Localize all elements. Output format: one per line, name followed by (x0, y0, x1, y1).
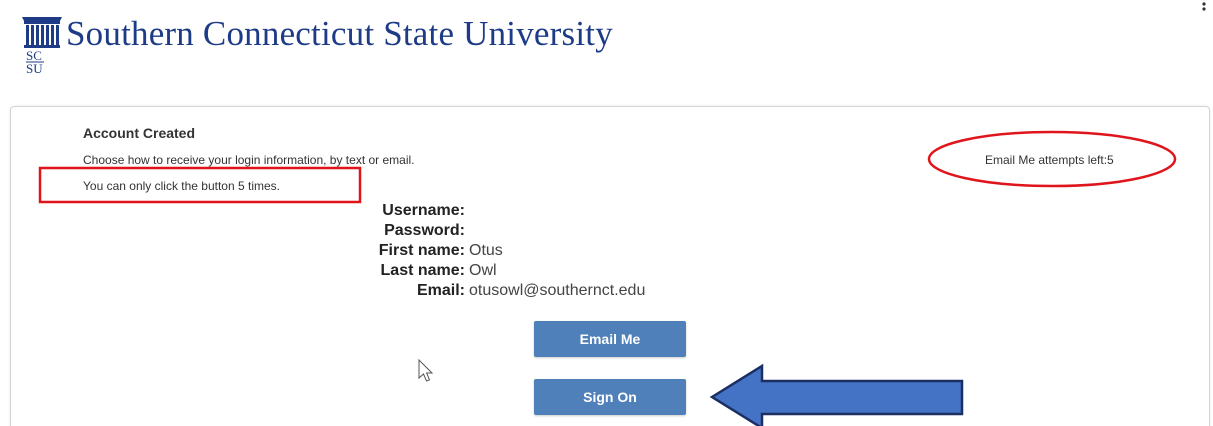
password-label: Password: (384, 222, 465, 239)
account-created-panel: Account Created Choose how to receive yo… (10, 106, 1210, 426)
sign-on-button[interactable]: Sign On (534, 379, 686, 415)
first-name-label: First name: (378, 242, 465, 259)
last-name-value: Owl (469, 262, 497, 279)
email-value: otusowl@southernct.edu (469, 282, 646, 299)
password-row: Password: (351, 221, 645, 241)
more-vertical-icon[interactable] (1201, 2, 1207, 16)
university-logo: SC SU (22, 17, 62, 75)
email-label: Email: (416, 282, 465, 299)
first-name-value: Otus (469, 242, 503, 259)
email-row: Email: otusowl@southernct.edu (351, 281, 645, 301)
account-info: Username: Password: First name: Otus Las… (351, 201, 646, 301)
click-limit-note: You can only click the button 5 times. (83, 179, 281, 193)
site-header: SC SU Southern Connecticut State Univers… (0, 0, 1213, 100)
svg-text:SU: SU (26, 61, 43, 75)
email-me-button[interactable]: Email Me (534, 321, 686, 357)
attempts-left-text: Email Me attempts left:5 (985, 153, 1114, 167)
last-name-row: Last name: Owl (351, 261, 645, 281)
university-name[interactable]: Southern Connecticut State University (66, 14, 613, 54)
panel-description: Choose how to receive your login informa… (83, 153, 415, 167)
first-name-row: First name: Otus (351, 241, 645, 261)
mouse-cursor-icon (418, 359, 434, 382)
panel-title: Account Created (83, 125, 196, 141)
username-label: Username: (382, 202, 465, 219)
last-name-label: Last name: (380, 262, 465, 279)
username-row: Username: (351, 201, 645, 221)
